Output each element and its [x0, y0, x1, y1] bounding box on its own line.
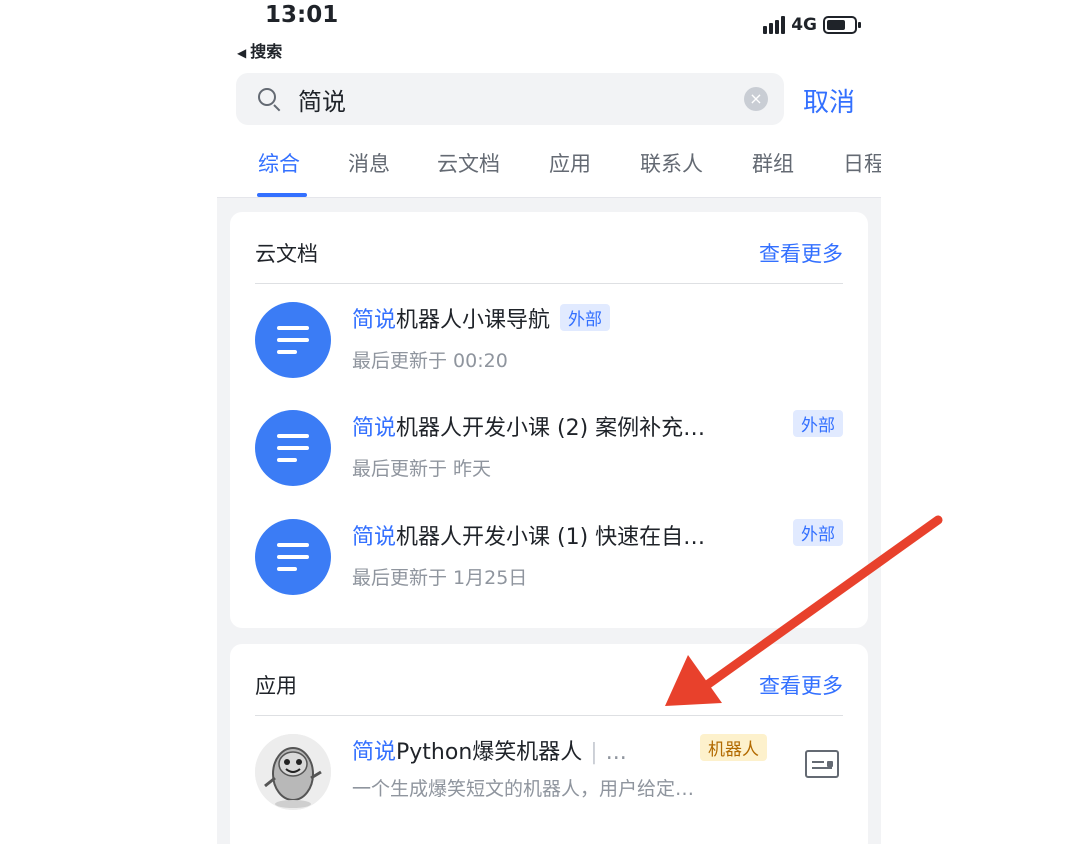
annotation-arrow: [665, 515, 943, 706]
